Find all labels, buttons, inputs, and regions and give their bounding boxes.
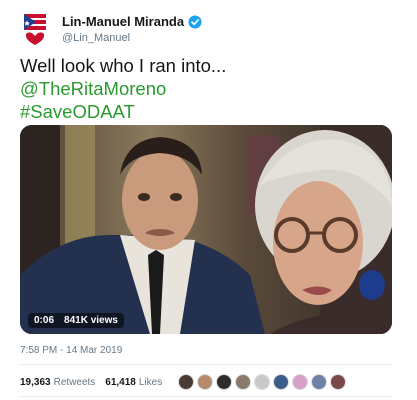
video-thumbnail	[20, 125, 392, 334]
tweet-text-line: Well look who I ran into...	[20, 55, 227, 76]
tweet-stats: 19,363 Retweets 61,418 Likes	[20, 374, 349, 390]
liker-avatar[interactable]	[178, 374, 195, 390]
likes-label: Likes	[138, 376, 163, 388]
video-player[interactable]: 0:06 841K views	[20, 125, 392, 334]
tweet-header: Lin-Manuel Miranda @Lin_Manuel	[20, 12, 202, 46]
divider	[20, 396, 393, 397]
hashtag-link[interactable]: #SaveODAAT	[20, 100, 226, 123]
liker-avatar[interactable]	[254, 374, 271, 390]
liker-avatar[interactable]	[197, 374, 214, 390]
retweets-label: Retweets	[53, 376, 96, 388]
video-info-overlay: 0:06 841K views	[28, 313, 124, 328]
tweet-text: Well look who I ran into... @TheRitaMore…	[20, 54, 226, 123]
liker-avatars	[178, 374, 349, 390]
divider	[20, 364, 393, 365]
liker-avatar[interactable]	[292, 374, 309, 390]
liker-avatar[interactable]	[311, 374, 328, 390]
likes-count: 61,418	[105, 376, 136, 388]
liker-avatar[interactable]	[216, 374, 233, 390]
retweets-count: 19,363	[20, 376, 51, 388]
video-duration: 0:06	[34, 315, 55, 326]
retweets-stat[interactable]: 19,363 Retweets	[20, 377, 95, 388]
verified-badge-icon	[188, 15, 202, 29]
author-display-name[interactable]: Lin-Manuel Miranda	[62, 14, 184, 29]
puerto-rico-flag-heart-icon	[20, 12, 50, 46]
likes-stat[interactable]: 61,418 Likes	[105, 377, 162, 388]
liker-avatar[interactable]	[273, 374, 290, 390]
liker-avatar[interactable]	[330, 374, 347, 390]
tweet-timestamp[interactable]: 7:58 PM - 14 Mar 2019	[20, 345, 122, 356]
liker-avatar[interactable]	[235, 374, 252, 390]
mention-link[interactable]: @TheRitaMoreno	[20, 77, 226, 100]
video-views: 841K views	[64, 315, 118, 326]
profile-avatar[interactable]	[20, 12, 50, 46]
author-handle[interactable]: @Lin_Manuel	[62, 32, 202, 44]
